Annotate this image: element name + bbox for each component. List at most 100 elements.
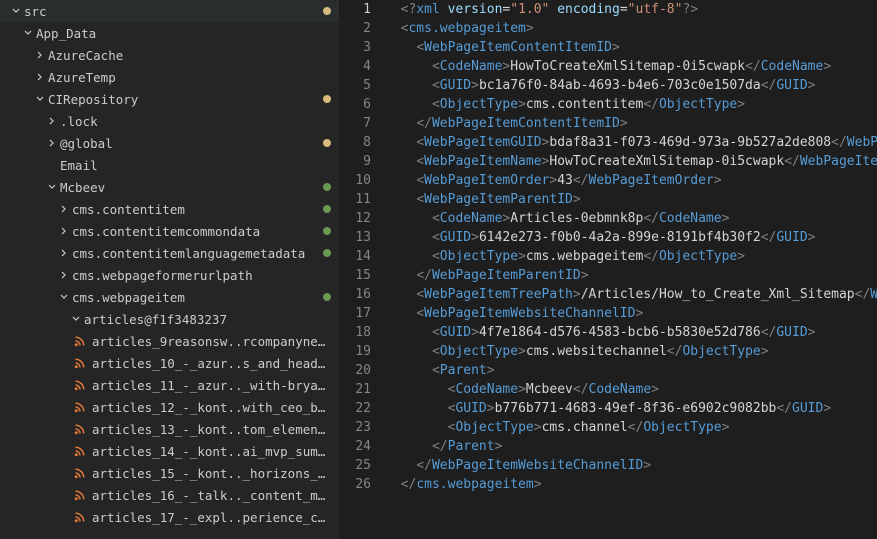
- code-editor[interactable]: 1234567891011121314151617181920212223242…: [340, 0, 877, 539]
- tree-item-label: cms.contentitemlanguagemetadata: [72, 246, 323, 261]
- xml-file-icon: [72, 489, 88, 501]
- tree-file-label: articles_14_-_kont..ai_mvp_summit_2022@c…: [92, 444, 331, 459]
- line-number: 21: [340, 380, 371, 399]
- tree-root[interactable]: src: [0, 0, 339, 22]
- code-line[interactable]: <WebPageItemGUID>bdaf8a31-f073-469d-973a…: [385, 133, 877, 152]
- tree-file[interactable]: articles_17_-_expl..perience_community@c…: [0, 506, 339, 528]
- tree-folder[interactable]: Mcbeev: [0, 176, 339, 198]
- chevron-right-icon: [32, 71, 48, 83]
- code-line[interactable]: <GUID>6142e273-f0b0-4a2a-899e-8191bf4b30…: [385, 228, 877, 247]
- tree-file[interactable]: articles_10_-_azur..s_and_headless_cms@7…: [0, 352, 339, 374]
- code-line[interactable]: <WebPageItemName>HowToCreateXmlSitemap-0…: [385, 152, 877, 171]
- code-line[interactable]: </cms.webpageitem>: [385, 475, 877, 494]
- code-line[interactable]: <ObjectType>cms.websitechannel</ObjectTy…: [385, 342, 877, 361]
- xml-file-icon: [72, 379, 88, 391]
- code-line[interactable]: <WebPageItemParentID>: [385, 190, 877, 209]
- tree-folder[interactable]: .lock: [0, 110, 339, 132]
- tree-file[interactable]: articles_14_-_kont..ai_mvp_summit_2022@c…: [0, 440, 339, 462]
- tree-item-label: @global: [60, 136, 323, 151]
- code-line[interactable]: <WebPageItemTreePath>/Articles/How_to_Cr…: [385, 285, 877, 304]
- chevron-right-icon: [56, 269, 72, 281]
- tree-item-label: cms.contentitemcommondata: [72, 224, 323, 239]
- chevron-down-icon: [20, 27, 36, 39]
- code-line[interactable]: <WebPageItemWebsiteChannelID>: [385, 304, 877, 323]
- tree-file[interactable]: articles_9reasonsw..rcompanyneedsawiki@c…: [0, 330, 339, 352]
- line-number: 13: [340, 228, 371, 247]
- chevron-right-icon: [32, 49, 48, 61]
- tree-file[interactable]: articles_13_-_kont..tom_element_tester@9…: [0, 418, 339, 440]
- xml-file-icon: [72, 401, 88, 413]
- line-number: 16: [340, 285, 371, 304]
- tree-folder[interactable]: App_Data: [0, 22, 339, 44]
- line-number: 10: [340, 171, 371, 190]
- line-number: 24: [340, 437, 371, 456]
- line-number: 25: [340, 456, 371, 475]
- xml-file-icon: [72, 423, 88, 435]
- tree-folder[interactable]: AzureCache: [0, 44, 339, 66]
- line-number: 15: [340, 266, 371, 285]
- tree-file-label: articles_15_-_kont.._horizons_22_recap@1…: [92, 466, 331, 481]
- line-number: 14: [340, 247, 371, 266]
- tree-item-label: AzureTemp: [48, 70, 331, 85]
- modified-dot-icon: [323, 139, 331, 147]
- xml-file-icon: [72, 445, 88, 457]
- tree-folder[interactable]: CIRepository: [0, 88, 339, 110]
- code-line[interactable]: <ObjectType>cms.contentitem</ObjectType>: [385, 95, 877, 114]
- code-line[interactable]: <GUID>bc1a76f0-84ab-4693-b4e6-703c0e1507…: [385, 76, 877, 95]
- line-number: 3: [340, 38, 371, 57]
- tree-folder[interactable]: cms.webpageformerurlpath: [0, 264, 339, 286]
- code-content[interactable]: <?xml version="1.0" encoding="utf-8"?> <…: [385, 0, 877, 539]
- code-line[interactable]: <Parent>: [385, 361, 877, 380]
- line-number: 18: [340, 323, 371, 342]
- line-number: 1: [340, 0, 371, 19]
- line-number: 8: [340, 133, 371, 152]
- code-line[interactable]: <?xml version="1.0" encoding="utf-8"?>: [385, 0, 877, 19]
- code-line[interactable]: </WebPageItemParentID>: [385, 266, 877, 285]
- tree-item-label: Email: [60, 158, 331, 173]
- code-line[interactable]: </WebPageItemContentItemID>: [385, 114, 877, 133]
- code-line[interactable]: <GUID>4f7e1864-d576-4583-bcb6-b5830e52d7…: [385, 323, 877, 342]
- xml-file-icon: [72, 511, 88, 523]
- code-line[interactable]: <CodeName>Articles-0ebmnk8p</CodeName>: [385, 209, 877, 228]
- code-line[interactable]: <CodeName>Mcbeev</CodeName>: [385, 380, 877, 399]
- tree-folder[interactable]: Email: [0, 154, 339, 176]
- tree-folder[interactable]: cms.contentitemcommondata: [0, 220, 339, 242]
- tree-item-label: Mcbeev: [60, 180, 323, 195]
- code-line[interactable]: <ObjectType>cms.webpageitem</ObjectType>: [385, 247, 877, 266]
- tree-item-label: .lock: [60, 114, 331, 129]
- tree-folder[interactable]: cms.webpageitem: [0, 286, 339, 308]
- tree-file-label: articles_13_-_kont..tom_element_tester@9…: [92, 422, 331, 437]
- tree-file[interactable]: articles_12_-_kont..with_ceo_bart_omlo@a…: [0, 396, 339, 418]
- tree-file[interactable]: articles_11_-_azur.._with-bryan-soltis@8…: [0, 374, 339, 396]
- code-line[interactable]: <cms.webpageitem>: [385, 19, 877, 38]
- tree-file[interactable]: articles_15_-_kont.._horizons_22_recap@1…: [0, 462, 339, 484]
- code-line[interactable]: </Parent>: [385, 437, 877, 456]
- tree-folder[interactable]: cms.contentitemlanguagemetadata: [0, 242, 339, 264]
- tree-folder[interactable]: cms.contentitem: [0, 198, 339, 220]
- chevron-down-icon: [44, 181, 60, 193]
- code-line[interactable]: <WebPageItemOrder>43</WebPageItemOrder>: [385, 171, 877, 190]
- tree-file[interactable]: articles_16_-_talk.._content_migration@0…: [0, 484, 339, 506]
- tree-file-label: articles_10_-_azur..s_and_headless_cms@7…: [92, 356, 331, 371]
- chevron-down-icon: [32, 93, 48, 105]
- code-line[interactable]: </WebPageItemWebsiteChannelID>: [385, 456, 877, 475]
- line-number: 9: [340, 152, 371, 171]
- code-line[interactable]: <GUID>b776b771-4683-49ef-8f36-e6902c9082…: [385, 399, 877, 418]
- code-line[interactable]: <WebPageItemContentItemID>: [385, 38, 877, 57]
- tree-item-label: cms.contentitem: [72, 202, 323, 217]
- tree-folder[interactable]: @global: [0, 132, 339, 154]
- tree-folder[interactable]: AzureTemp: [0, 66, 339, 88]
- file-explorer-sidebar[interactable]: src App_DataAzureCache AzureTemp CIReposit…: [0, 0, 340, 539]
- tree-file-label: articles_12_-_kont..with_ceo_bart_omlo@a…: [92, 400, 331, 415]
- added-dot-icon: [323, 227, 331, 235]
- line-number: 11: [340, 190, 371, 209]
- tree-item-label: cms.webpageformerurlpath: [72, 268, 331, 283]
- line-number-gutter: 1234567891011121314151617181920212223242…: [340, 0, 385, 539]
- tree-folder[interactable]: articles@f1f3483237: [0, 308, 339, 330]
- chevron-right-icon: [56, 203, 72, 215]
- line-number: 4: [340, 57, 371, 76]
- tree-file-label: articles_17_-_expl..perience_community@c…: [92, 510, 331, 525]
- code-line[interactable]: <CodeName>HowToCreateXmlSitemap-0i5cwapk…: [385, 57, 877, 76]
- tree-item-label: articles@f1f3483237: [84, 312, 331, 327]
- code-line[interactable]: <ObjectType>cms.channel</ObjectType>: [385, 418, 877, 437]
